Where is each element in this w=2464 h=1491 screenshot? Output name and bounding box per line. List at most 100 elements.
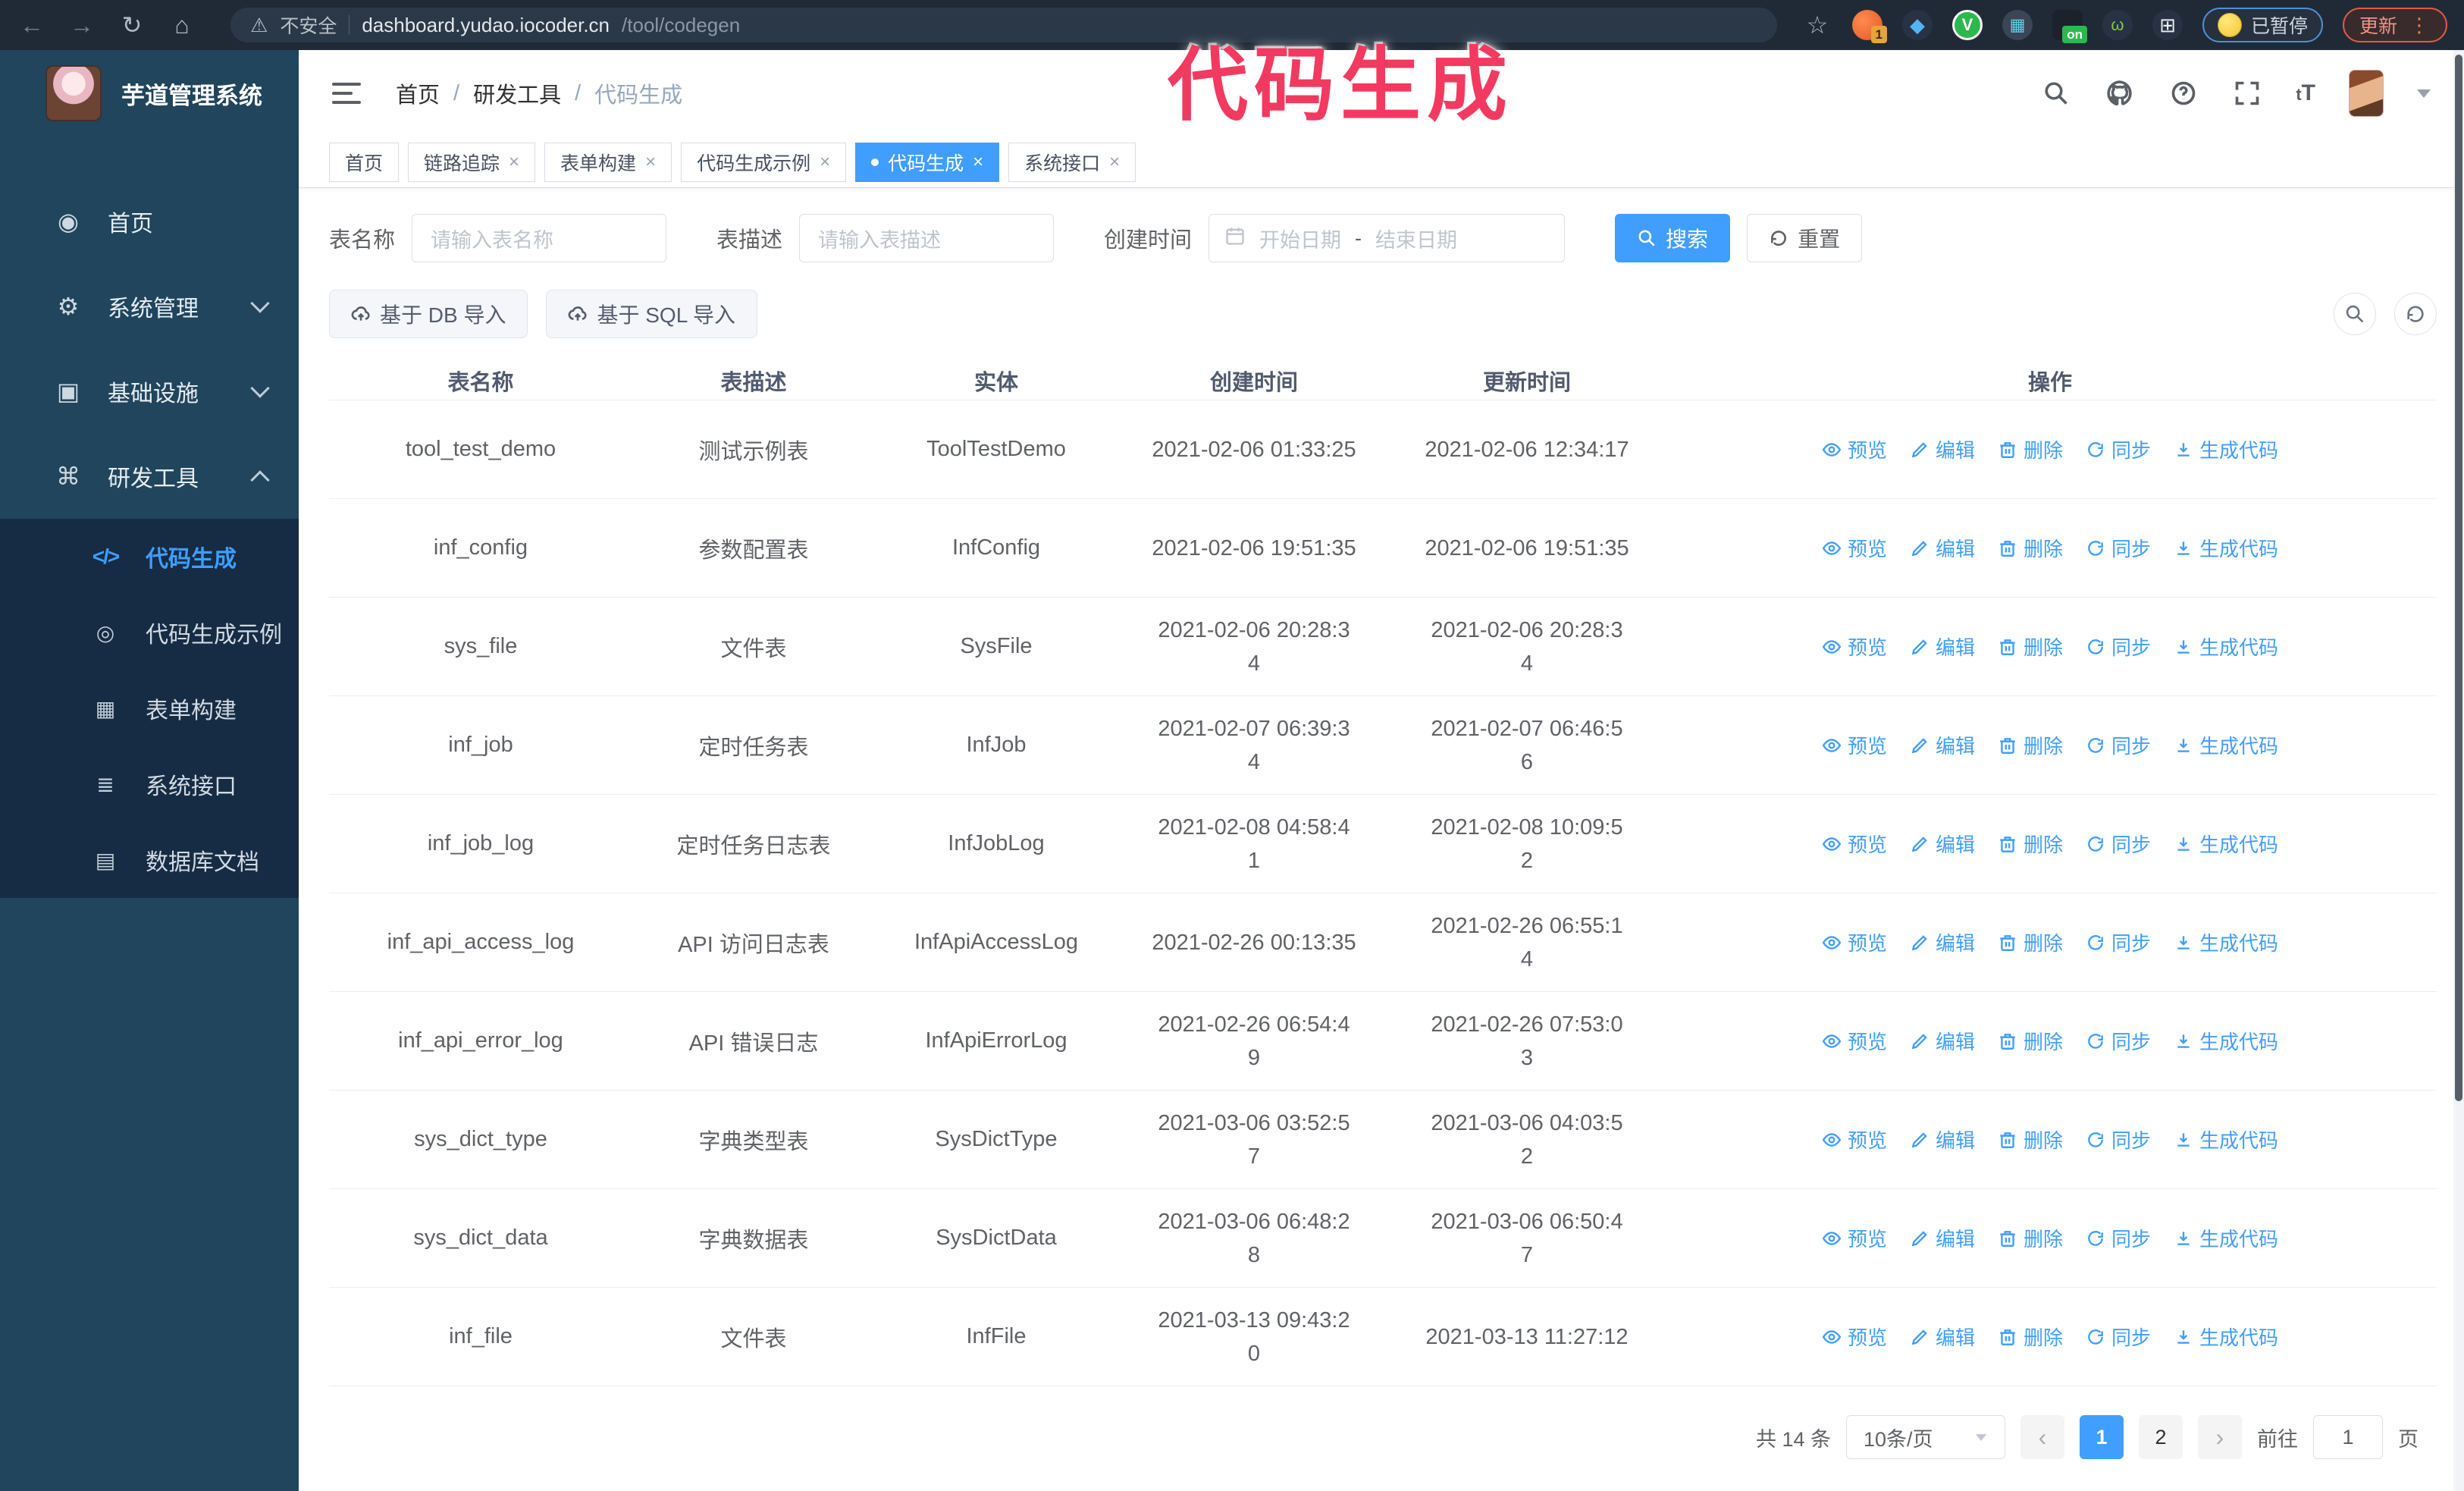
delete-link[interactable]: 删除: [1998, 632, 2063, 661]
sync-link[interactable]: 同步: [2086, 1224, 2151, 1252]
gem-extension-icon[interactable]: ◆: [1901, 10, 1933, 40]
sidebar-item-system-api[interactable]: ≣ 系统接口: [0, 746, 299, 822]
tab-system-api[interactable]: 系统接口 ×: [1008, 142, 1136, 182]
toggle-search-button[interactable]: [2334, 293, 2376, 335]
edit-link[interactable]: 编辑: [1910, 534, 1975, 562]
edit-link[interactable]: 编辑: [1910, 1323, 1975, 1351]
import-db-button[interactable]: 基于 DB 导入: [329, 290, 528, 338]
breadcrumb-home[interactable]: 首页: [396, 77, 440, 109]
tab-form-builder[interactable]: 表单构建 ×: [544, 142, 672, 182]
preview-link[interactable]: 预览: [1822, 534, 1887, 562]
delete-link[interactable]: 删除: [1998, 928, 2063, 956]
generate-code-link[interactable]: 生成代码: [2174, 1224, 2278, 1252]
sidebar-item-database-docs[interactable]: ▤ 数据库文档: [0, 822, 299, 898]
edit-link[interactable]: 编辑: [1910, 1027, 1975, 1055]
sync-link[interactable]: 同步: [2086, 731, 2151, 759]
table-desc-input[interactable]: 请输入表描述: [799, 214, 1055, 262]
end-date-placeholder[interactable]: 结束日期: [1375, 224, 1457, 253]
edit-link[interactable]: 编辑: [1910, 1224, 1975, 1252]
sync-link[interactable]: 同步: [2086, 830, 2151, 858]
bookmark-star-icon[interactable]: ☆: [1802, 11, 1832, 39]
app-logo[interactable]: 芋道管理系统: [0, 50, 299, 137]
tab-codegen[interactable]: 代码生成 ×: [855, 142, 1000, 182]
delete-link[interactable]: 删除: [1998, 1125, 2063, 1154]
sidebar-item-code-generation[interactable]: </> 代码生成: [0, 519, 299, 595]
avatar-caret-icon[interactable]: [2417, 89, 2431, 98]
sidebar-item-dev-tools[interactable]: ⌘ 研发工具: [0, 434, 299, 519]
grid-extension-icon[interactable]: ▦: [2002, 10, 2033, 40]
paused-extension-pill[interactable]: 已暂停: [2202, 8, 2323, 42]
orange-extension-icon[interactable]: 1: [1851, 10, 1887, 43]
font-size-icon[interactable]: tT: [2296, 80, 2315, 106]
delete-link[interactable]: 删除: [1998, 534, 2063, 562]
preview-link[interactable]: 预览: [1822, 1027, 1887, 1055]
help-question-icon[interactable]: [2168, 78, 2199, 108]
sidebar-item-code-generation-demo[interactable]: ◎ 代码生成示例: [0, 595, 299, 670]
close-icon[interactable]: ×: [820, 152, 830, 173]
generate-code-link[interactable]: 生成代码: [2174, 435, 2278, 463]
edit-link[interactable]: 编辑: [1910, 435, 1975, 463]
delete-link[interactable]: 删除: [1998, 1027, 2063, 1055]
address-bar[interactable]: ⚠ 不安全 dashboard.yudao.iocoder.cn/tool/co…: [230, 8, 1777, 42]
browser-home-icon[interactable]: ⌂: [167, 11, 197, 39]
page-button-1[interactable]: 1: [2080, 1415, 2124, 1459]
preview-link[interactable]: 预览: [1822, 1224, 1887, 1252]
dark-on-extension-icon[interactable]: on: [2052, 10, 2087, 43]
github-icon[interactable]: [2105, 78, 2135, 108]
page-scrollbar[interactable]: [2453, 50, 2464, 1491]
delete-link[interactable]: 删除: [1998, 435, 2063, 463]
delete-link[interactable]: 删除: [1998, 731, 2063, 759]
generate-code-link[interactable]: 生成代码: [2174, 1027, 2278, 1055]
close-icon[interactable]: ×: [645, 152, 656, 173]
start-date-placeholder[interactable]: 开始日期: [1259, 224, 1341, 253]
browser-reload-icon[interactable]: ↻: [117, 11, 147, 39]
user-avatar[interactable]: [2349, 70, 2384, 117]
import-sql-button[interactable]: 基于 SQL 导入: [546, 290, 758, 338]
sidebar-item-home[interactable]: ◉ 首页: [0, 179, 299, 264]
preview-link[interactable]: 预览: [1822, 435, 1887, 463]
edit-link[interactable]: 编辑: [1910, 928, 1975, 956]
sync-link[interactable]: 同步: [2086, 632, 2151, 661]
preview-link[interactable]: 预览: [1822, 830, 1887, 858]
preview-link[interactable]: 预览: [1822, 731, 1887, 759]
table-name-input[interactable]: 请输入表名称: [412, 214, 667, 262]
close-icon[interactable]: ×: [1109, 152, 1120, 173]
browser-back-icon[interactable]: ←: [17, 11, 47, 39]
goto-page-input[interactable]: 1: [2313, 1415, 2383, 1459]
delete-link[interactable]: 删除: [1998, 1224, 2063, 1252]
page-size-select[interactable]: 10条/页: [1846, 1415, 2005, 1459]
generate-code-link[interactable]: 生成代码: [2174, 928, 2278, 956]
browser-update-button[interactable]: 更新 ⋮: [2342, 8, 2447, 42]
preview-link[interactable]: 预览: [1822, 1323, 1887, 1351]
close-icon[interactable]: ×: [973, 152, 983, 173]
sidebar-item-system-management[interactable]: ⚙ 系统管理: [0, 264, 299, 349]
fullscreen-icon[interactable]: [2232, 78, 2262, 108]
preview-link[interactable]: 预览: [1822, 1125, 1887, 1154]
sync-link[interactable]: 同步: [2086, 1323, 2151, 1351]
hamburger-icon[interactable]: [332, 83, 361, 104]
close-icon[interactable]: ×: [509, 152, 519, 173]
date-range-picker[interactable]: 开始日期 - 结束日期: [1208, 214, 1566, 262]
generate-code-link[interactable]: 生成代码: [2174, 830, 2278, 858]
prev-page-button[interactable]: ‹: [2020, 1415, 2064, 1459]
puzzle-extension-icon[interactable]: ⊞: [2152, 10, 2183, 40]
next-page-button[interactable]: ›: [2198, 1415, 2242, 1459]
sync-link[interactable]: 同步: [2086, 1125, 2151, 1154]
search-icon[interactable]: [2041, 78, 2071, 108]
edit-link[interactable]: 编辑: [1910, 632, 1975, 661]
sync-link[interactable]: 同步: [2086, 1027, 2151, 1055]
generate-code-link[interactable]: 生成代码: [2174, 731, 2278, 759]
tab-trace[interactable]: 链路追踪 ×: [408, 142, 536, 182]
scrollbar-thumb[interactable]: [2455, 55, 2462, 1101]
sidebar-item-infrastructure[interactable]: ▣ 基础设施: [0, 349, 299, 434]
edit-link[interactable]: 编辑: [1910, 830, 1975, 858]
page-button-2[interactable]: 2: [2139, 1415, 2183, 1459]
tab-home[interactable]: 首页: [329, 142, 400, 182]
generate-code-link[interactable]: 生成代码: [2174, 1323, 2278, 1351]
reset-button[interactable]: 重置: [1747, 214, 1863, 262]
monkey-extension-icon[interactable]: ω: [2102, 10, 2133, 40]
edit-link[interactable]: 编辑: [1910, 1125, 1975, 1154]
sync-link[interactable]: 同步: [2086, 435, 2151, 463]
breadcrumb-group[interactable]: 研发工具: [473, 77, 561, 109]
tab-codegen-demo[interactable]: 代码生成示例 ×: [681, 142, 847, 182]
